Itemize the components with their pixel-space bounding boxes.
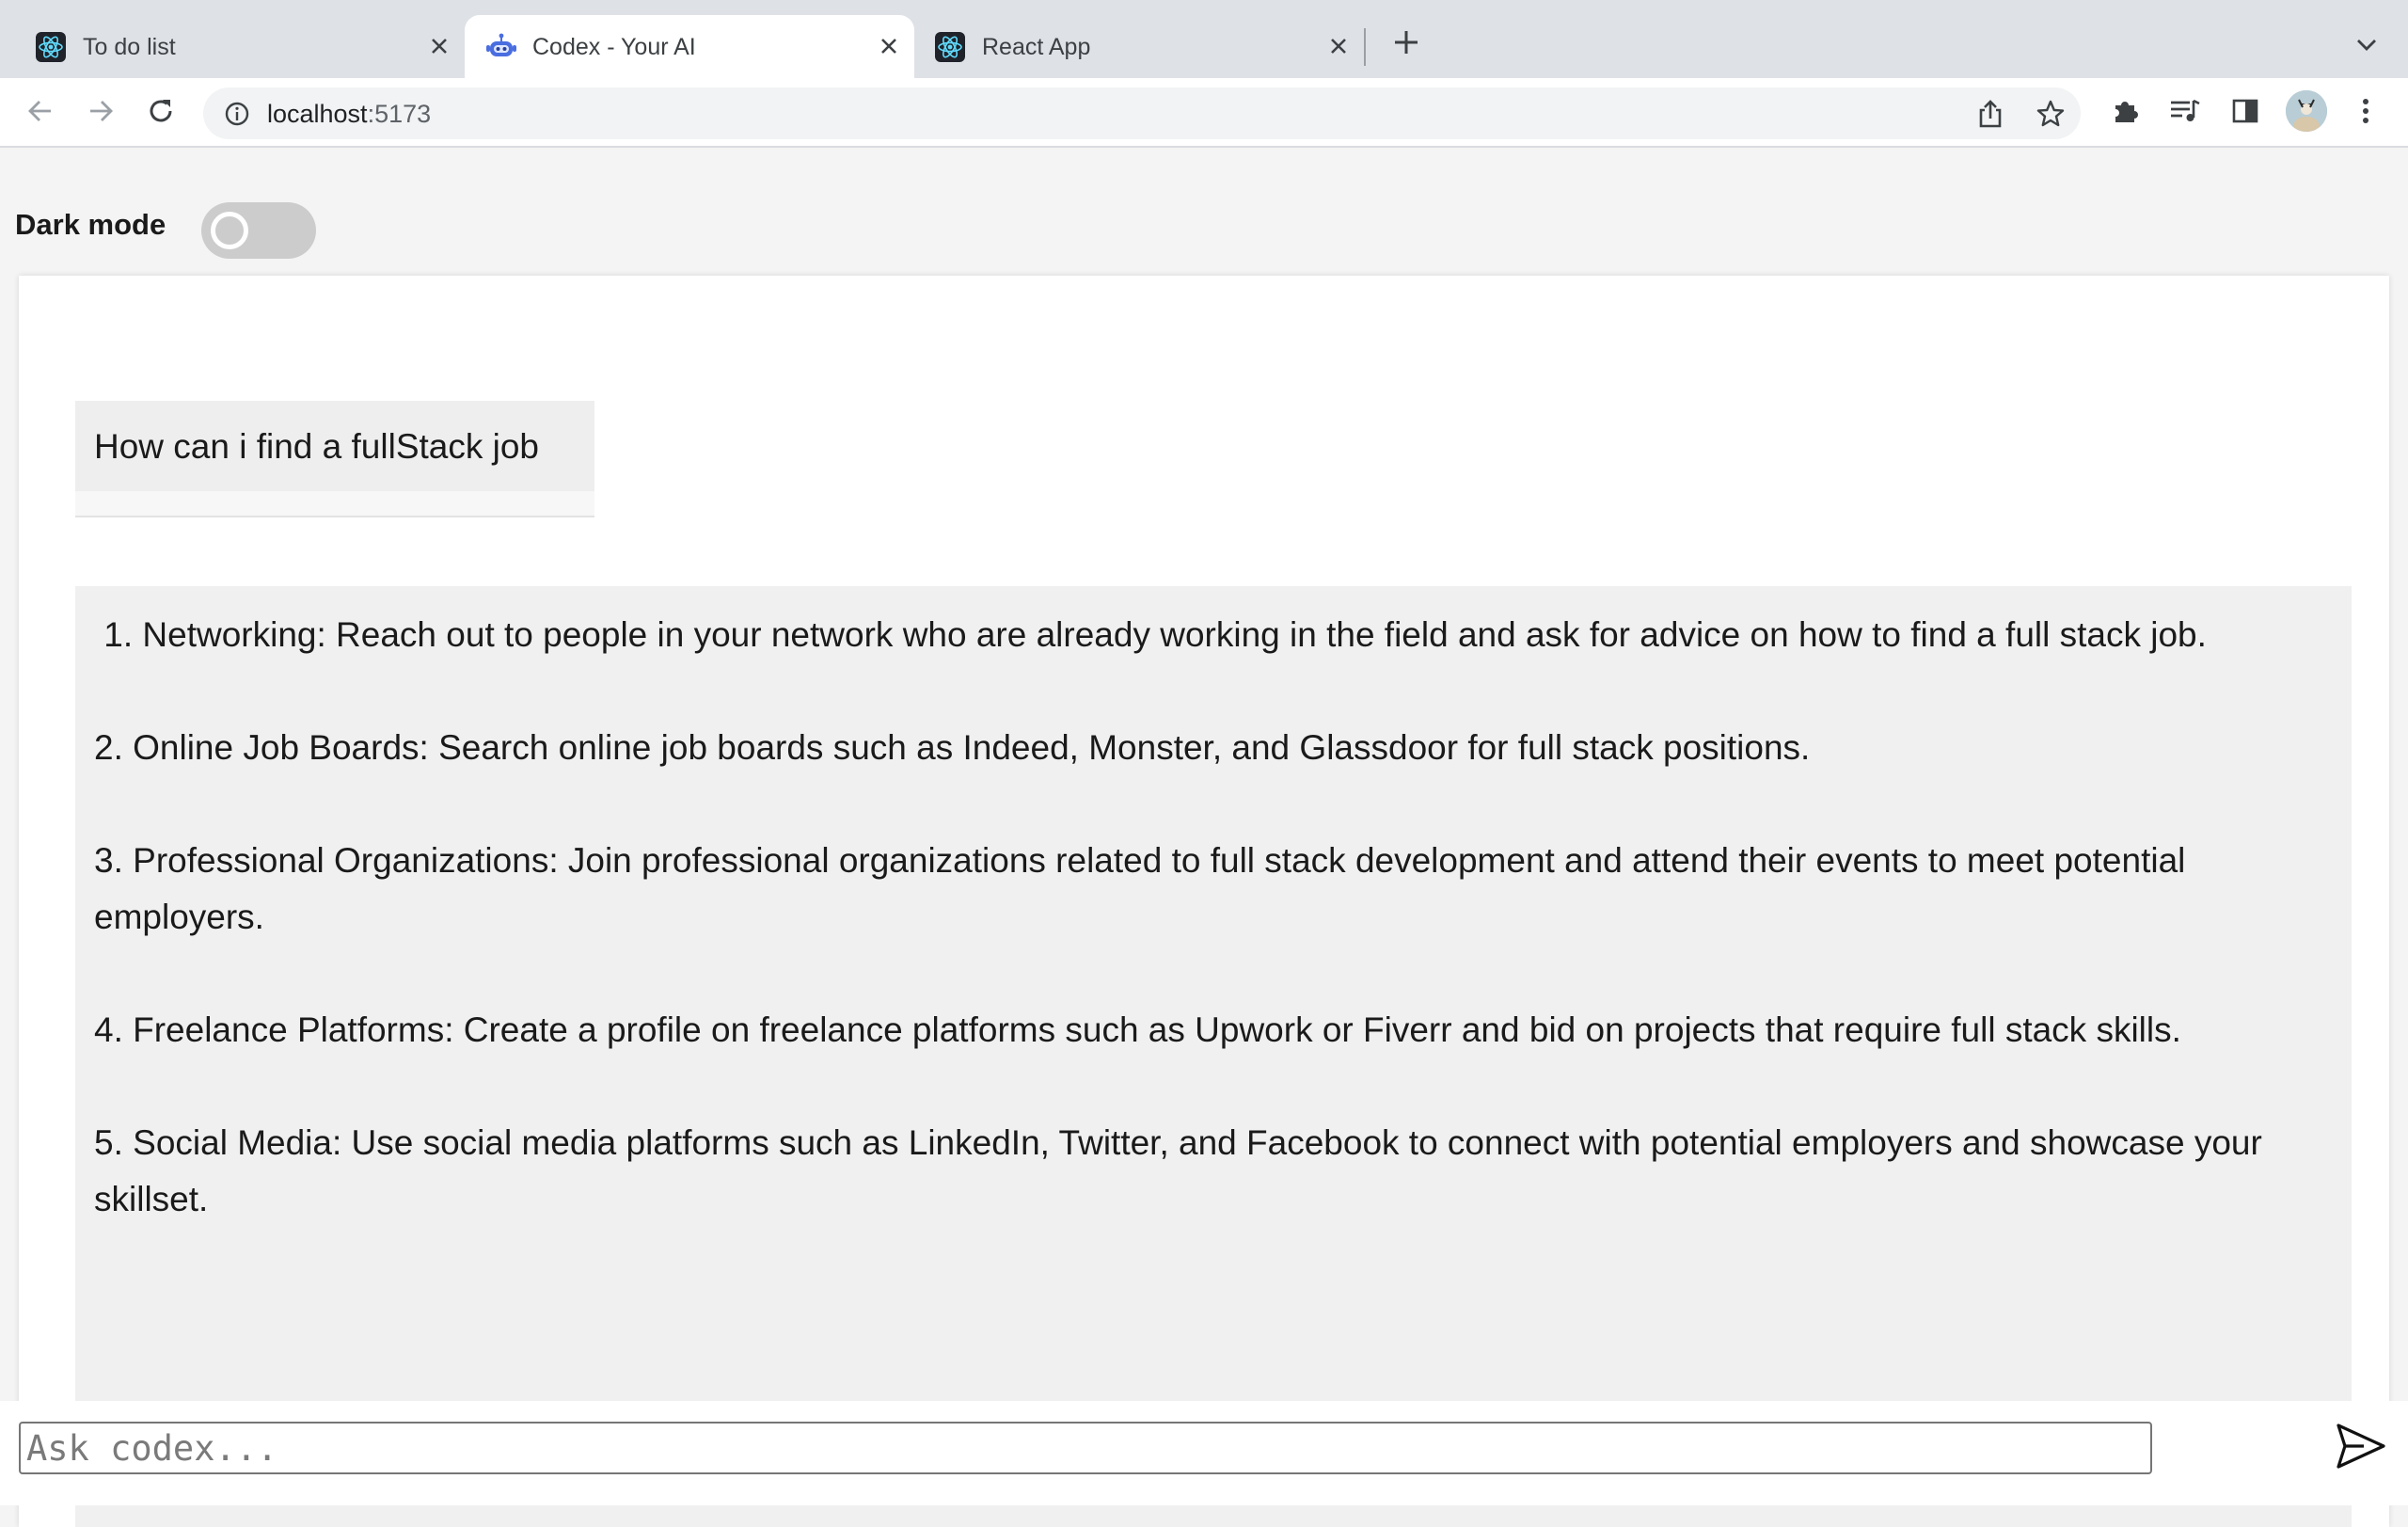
playlist-icon	[2169, 97, 2201, 130]
ai-response-item: 2. Online Job Boards: Search online job …	[94, 728, 1811, 767]
send-button[interactable]	[2333, 1420, 2389, 1476]
arrow-right-icon	[87, 97, 115, 130]
star-icon[interactable]	[2032, 95, 2069, 133]
dark-mode-label: Dark mode	[15, 208, 166, 241]
share-icon[interactable]	[1972, 95, 2009, 133]
dark-mode-toggle[interactable]	[201, 202, 316, 259]
tab-to-do-list[interactable]: To do list	[15, 15, 465, 78]
ai-response-item: 5. Social Media: Use social media platfo…	[94, 1123, 2262, 1218]
tab-react-app[interactable]: React App	[914, 15, 1364, 78]
browser-toolbar: localhost:5173	[0, 78, 2408, 148]
close-tab-icon[interactable]	[873, 30, 905, 62]
plus-icon	[1393, 29, 1419, 60]
user-message: How can i find a fullStack job	[75, 401, 594, 491]
tab-title: Codex - Your AI	[532, 34, 696, 60]
info-icon[interactable]	[222, 99, 252, 129]
user-message-footer	[75, 491, 594, 517]
url-port: :5173	[367, 100, 432, 128]
browser-menu-button[interactable]	[2342, 89, 2389, 136]
url-text: localhost:5173	[267, 100, 431, 129]
tab-title: To do list	[83, 34, 176, 60]
send-icon	[2336, 1423, 2386, 1474]
new-tab-button[interactable]	[1386, 24, 1426, 64]
close-tab-icon[interactable]	[423, 30, 455, 62]
puzzle-icon	[2110, 96, 2140, 131]
ai-response: 1. Networking: Reach out to people in yo…	[75, 586, 2352, 1527]
tab-separator	[1364, 28, 1366, 66]
toggle-knob	[211, 212, 248, 249]
robot-icon	[485, 32, 516, 62]
tab-search-button[interactable]	[2348, 28, 2385, 66]
profile-avatar[interactable]	[2286, 90, 2327, 132]
url-host: localhost	[267, 100, 368, 128]
chevron-down-icon	[2355, 38, 2378, 57]
reload-button[interactable]	[137, 89, 184, 136]
tab-codex[interactable]: Codex - Your AI	[465, 15, 914, 78]
back-button[interactable]	[17, 89, 64, 136]
tab-title: React App	[982, 34, 1091, 60]
chat-window: How can i find a fullStack job 1. Networ…	[19, 276, 2389, 1527]
arrow-left-icon	[26, 97, 55, 130]
ask-input[interactable]	[19, 1422, 2152, 1474]
address-bar[interactable]: localhost:5173	[203, 87, 2081, 139]
app-page: Dark mode How can i find a fullStack job…	[0, 150, 2408, 1527]
react-icon	[935, 32, 965, 62]
extensions-button[interactable]	[2101, 89, 2148, 136]
media-controls-button[interactable]	[2162, 89, 2209, 136]
reload-icon	[146, 96, 176, 131]
side-panel-button[interactable]	[2222, 89, 2269, 136]
forward-button[interactable]	[77, 89, 124, 136]
react-icon	[36, 32, 66, 62]
message-composer	[0, 1401, 2408, 1505]
browser-tab-strip: To do list Codex - Your AI React App	[0, 0, 2408, 78]
ai-response-item: 1. Networking: Reach out to people in yo…	[94, 615, 2207, 654]
ai-response-item: 4. Freelance Platforms: Create a profile…	[94, 1010, 2181, 1049]
more-vertical-icon	[2362, 97, 2369, 130]
side-panel-icon	[2231, 97, 2259, 130]
close-tab-icon[interactable]	[1323, 30, 1354, 62]
ai-response-item: 3. Professional Organizations: Join prof…	[94, 841, 2186, 936]
